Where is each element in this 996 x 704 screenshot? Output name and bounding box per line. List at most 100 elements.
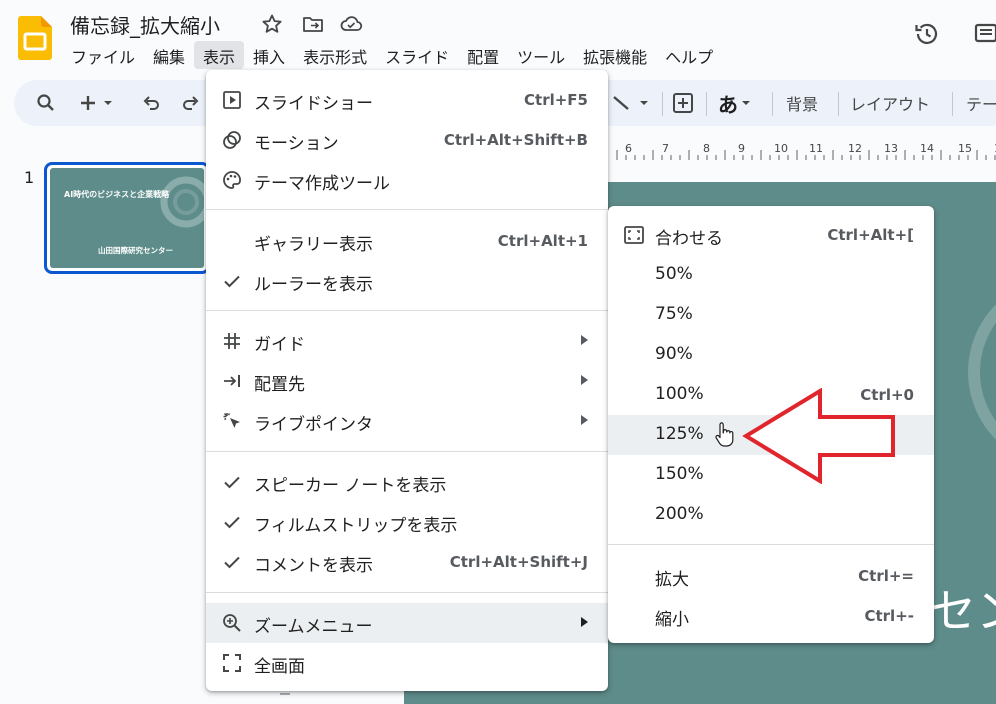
menu-shortcut: Ctrl+Alt+1 xyxy=(497,232,588,250)
zoom-item-200[interactable]: 200% xyxy=(608,495,934,535)
line-tool-button[interactable] xyxy=(610,80,652,126)
menu-label: ギャラリー表示 xyxy=(254,235,373,255)
zoom-label: 200% xyxy=(655,504,704,524)
zoom-item-zoom-in[interactable]: 拡大 Ctrl+= xyxy=(608,556,934,596)
new-slide-button[interactable] xyxy=(80,80,114,126)
menu-edit[interactable]: 編集 xyxy=(144,41,194,69)
grid-icon xyxy=(224,333,240,349)
menu-tools[interactable]: ツール xyxy=(508,41,574,69)
layout-button[interactable]: レイアウト xyxy=(850,80,930,126)
ruler-number: 9 xyxy=(738,142,745,155)
background-button[interactable]: 背景 xyxy=(786,80,818,126)
zoom-item-50[interactable]: 50% xyxy=(608,255,934,295)
slide-thumbnail[interactable]: AI時代のビジネスと企業戦略 山田国際研究センター xyxy=(44,162,210,274)
zoom-item-75[interactable]: 75% xyxy=(608,295,934,335)
zoom-shortcut: Ctrl+Alt+[ xyxy=(827,226,914,244)
menu-item-show-ruler[interactable]: ルーラーを表示 xyxy=(206,261,608,301)
toolbar-divider xyxy=(662,92,663,116)
check-icon xyxy=(224,516,240,529)
ruler-number: 7 xyxy=(662,142,669,155)
theme-button[interactable]: テー xyxy=(966,80,996,126)
undo-button[interactable] xyxy=(142,80,162,126)
menu-view[interactable]: 表示 xyxy=(194,41,245,69)
star-icon[interactable] xyxy=(260,12,284,36)
toolbar-divider xyxy=(772,92,773,116)
add-comment-icon xyxy=(673,93,693,113)
menu-slide[interactable]: スライド xyxy=(376,41,458,69)
menu-file[interactable]: ファイル xyxy=(62,41,144,69)
search-menus-button[interactable] xyxy=(36,80,56,126)
slideshow-icon xyxy=(223,91,241,109)
menu-item-speaker-notes[interactable]: スピーカー ノートを表示 xyxy=(206,462,608,502)
menu-extensions[interactable]: 拡張機能 xyxy=(574,41,656,69)
menu-label: ライブポインタ xyxy=(254,415,373,435)
menu-item-zoom[interactable]: ズームメニュー xyxy=(206,603,608,643)
red-arrow-annotation-icon xyxy=(742,388,895,484)
menu-item-live-pointer[interactable]: ライブポインタ xyxy=(206,401,608,441)
menu-label: 全画面 xyxy=(254,657,305,677)
submenu-arrow-icon xyxy=(581,335,588,345)
google-slides-logo-icon[interactable] xyxy=(18,16,52,60)
menu-item-comments[interactable]: コメントを表示 Ctrl+Alt+Shift+J xyxy=(206,542,608,582)
fit-icon xyxy=(624,226,644,244)
slide-title-text[interactable]: セン xyxy=(930,575,996,641)
menu-label: フィルムストリップを表示 xyxy=(254,516,458,536)
ruler-number: 10 xyxy=(774,142,788,155)
undo-icon xyxy=(143,96,159,110)
menu-item-motion[interactable]: モーション Ctrl+Alt+Shift+B xyxy=(206,120,608,160)
menu-label: スピーカー ノートを表示 xyxy=(254,476,447,496)
menu-arrange[interactable]: 配置 xyxy=(458,41,508,69)
slide-decoration xyxy=(968,304,996,440)
menu-divider xyxy=(206,592,608,593)
menu-help[interactable]: ヘルプ xyxy=(656,41,722,69)
document-title[interactable]: 備忘録_拡大縮小 xyxy=(70,10,220,39)
menu-item-slideshow[interactable]: スライドショー Ctrl+F5 xyxy=(206,80,608,120)
menu-divider xyxy=(206,209,608,210)
menu-label: テーマ作成ツール xyxy=(254,174,390,194)
menu-label: ルーラーを表示 xyxy=(254,275,373,295)
menu-item-fullscreen[interactable]: 全画面 xyxy=(206,643,608,683)
toolbar-divider xyxy=(838,92,839,116)
menu-label: 配置先 xyxy=(254,375,305,395)
submenu-arrow-icon xyxy=(581,415,588,425)
background-label: 背景 xyxy=(786,95,819,114)
chevron-down-icon xyxy=(742,101,750,105)
menu-item-theme-builder[interactable]: テーマ作成ツール xyxy=(206,160,608,200)
zoom-item-zoom-out[interactable]: 縮小 Ctrl+- xyxy=(608,596,934,636)
menu-item-gallery-view[interactable]: ギャラリー表示 Ctrl+Alt+1 xyxy=(206,221,608,261)
zoom-label: 50% xyxy=(655,264,693,284)
ruler-number: 11 xyxy=(809,142,823,155)
theme-label: テー xyxy=(966,95,996,114)
menu-label: ズームメニュー xyxy=(254,617,373,637)
text-style-button[interactable]: あ xyxy=(718,80,754,126)
menu-bar: ファイル 編集 表示 挿入 表示形式 スライド 配置 ツール 拡張機能 ヘルプ xyxy=(62,41,722,69)
redo-button[interactable] xyxy=(180,80,200,126)
menu-item-guides[interactable]: ガイド xyxy=(206,321,608,361)
hand-cursor-icon xyxy=(715,422,734,447)
menu-divider xyxy=(206,451,608,452)
comments-icon[interactable] xyxy=(972,20,996,48)
cloud-saved-icon[interactable] xyxy=(339,12,363,36)
menu-item-filmstrip[interactable]: フィルムストリップを表示 xyxy=(206,502,608,542)
menu-format[interactable]: 表示形式 xyxy=(294,41,376,69)
version-history-icon[interactable] xyxy=(913,20,941,48)
zoom-item-fit[interactable]: 合わせる Ctrl+Alt+[ xyxy=(608,215,934,255)
menu-shortcut: Ctrl+Alt+Shift+J xyxy=(449,553,588,571)
submenu-arrow-icon xyxy=(581,375,588,385)
toolbar-divider xyxy=(952,92,953,116)
thumbnail-decoration xyxy=(160,176,204,228)
zoom-item-90[interactable]: 90% xyxy=(608,335,934,375)
menu-item-snap-to[interactable]: 配置先 xyxy=(206,361,608,401)
menu-insert[interactable]: 挿入 xyxy=(244,41,294,69)
zoom-label: 125% xyxy=(655,424,704,444)
thumbnail-preview: AI時代のビジネスと企業戦略 山田国際研究センター xyxy=(50,168,204,268)
menu-label: コメントを表示 xyxy=(254,556,373,576)
zoom-label: 合わせる xyxy=(655,229,723,249)
plus-dropdown-icon xyxy=(81,96,112,110)
search-icon xyxy=(37,94,54,111)
view-menu: スライドショー Ctrl+F5 モーション Ctrl+Alt+Shift+B テ… xyxy=(206,70,608,691)
insert-comment-button[interactable] xyxy=(672,80,694,126)
menu-label: モーション xyxy=(254,134,339,154)
move-to-folder-icon[interactable] xyxy=(301,12,325,36)
ruler-number: 14 xyxy=(920,142,934,155)
